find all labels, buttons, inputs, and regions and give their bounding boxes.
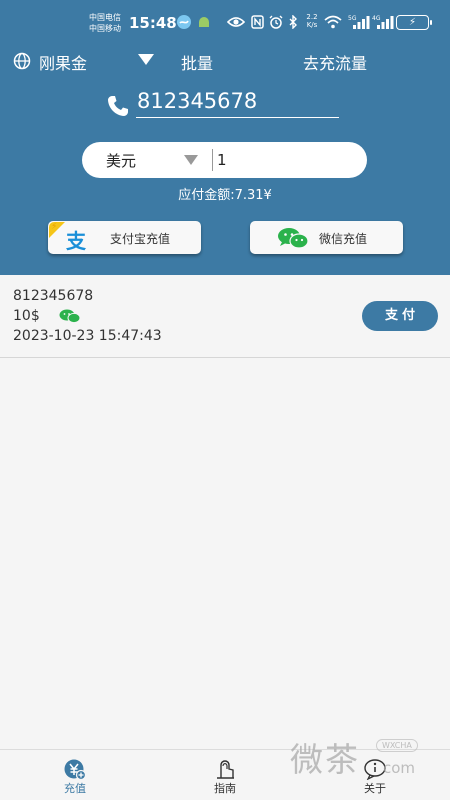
signal-1-icon: 5G [348,15,370,29]
data-recharge-link[interactable]: 去充流量 [303,50,367,74]
wechat-icon [278,228,309,249]
network-speed-unit: K/s [306,21,318,29]
alipay-icon: 支 [66,229,86,253]
phone-icon [108,96,128,116]
watermark-badge: WXCHA [376,739,418,752]
wechat-label: 微信充值 [319,232,368,246]
watermark-text: 微茶 [290,740,360,779]
batch-button[interactable]: 批量 [181,50,213,74]
globe-icon[interactable] [13,52,31,70]
alipay-label: 支付宝充值 [110,232,171,246]
watermark-tail: com [383,759,416,777]
alipay-recharge-button[interactable]: ⚡ 支 支付宝充值 [48,221,201,254]
order-item[interactable]: 812345678 10$ 2023-10-23 15:47:43 支付 [0,276,450,358]
amount-due: 应付金额:7.31¥ [178,188,272,203]
order-time: 2023-10-23 15:47:43 [13,328,162,344]
nfc-icon [251,15,264,29]
pill-divider [212,149,213,171]
amount-input[interactable] [217,148,347,172]
operator-selector[interactable]: 刚果金 [39,50,87,74]
bluetooth-icon [289,15,297,29]
nav-tab-recharge[interactable]: 充值 [30,750,120,800]
carrier-info: 中国电信 中国移动 [89,12,121,34]
nav-label-recharge: 充值 [64,782,86,795]
currency-selector[interactable]: 美元 [106,150,136,171]
status-bar: 中国电信 中国移动 15:48 2.2 K/s 5G 4G ⚡ [0,0,450,44]
signal-2-icon: 4G [372,15,394,29]
alarm-icon [269,15,283,29]
wechat-recharge-button[interactable]: 微信充值 [250,221,403,254]
operator-dropdown-icon[interactable] [138,54,154,65]
battery-icon: ⚡ [396,15,432,30]
recharge-icon [64,759,86,780]
phone-number-input[interactable] [136,86,339,118]
carrier-2: 中国移动 [89,24,121,33]
status-time: 15:48 [129,14,177,32]
order-phone: 812345678 [13,288,94,304]
bolt-icon: ⚡ [51,222,58,232]
currency-amount-pill: 美元 [82,142,367,178]
watermark: 微茶 WXCHA com [290,733,440,781]
header-panel: 中国电信 中国移动 15:48 2.2 K/s 5G 4G ⚡ 刚果金 批量 去… [0,0,450,275]
carrier-1: 中国电信 [89,13,121,22]
nav-label-about: 关于 [364,782,386,795]
nav-label-guide: 指南 [214,782,236,795]
guide-icon [217,760,234,779]
order-amount: 10$ [13,308,40,324]
network-speed: 2.2 K/s [304,13,320,29]
currency-dropdown-icon[interactable] [184,155,198,165]
wifi-icon [324,15,342,29]
wechat-pay-icon [59,309,81,323]
android-icon [199,17,209,27]
notification-icon [177,15,191,29]
nav-tab-guide[interactable]: 指南 [180,750,270,800]
pay-button[interactable]: 支付 [362,301,438,331]
network-speed-value: 2.2 [306,13,318,21]
eye-icon [227,17,245,27]
